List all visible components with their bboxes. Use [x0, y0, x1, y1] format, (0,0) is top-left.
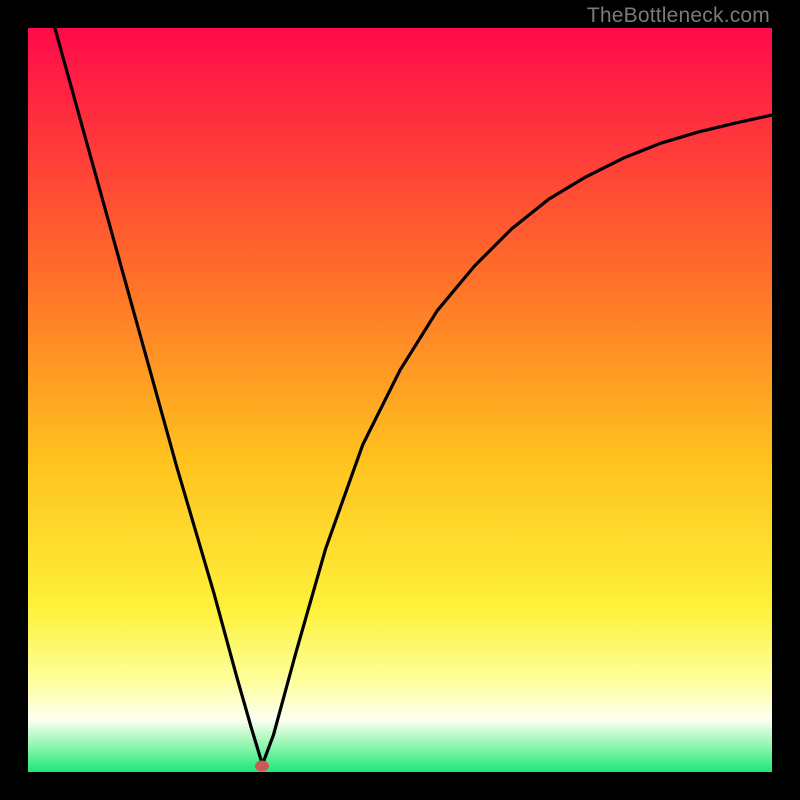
plot-area [28, 28, 772, 772]
optimal-point-marker [255, 761, 269, 772]
bottleneck-curve [28, 28, 772, 772]
watermark-text: TheBottleneck.com [587, 4, 770, 28]
chart-frame: TheBottleneck.com [0, 0, 800, 800]
